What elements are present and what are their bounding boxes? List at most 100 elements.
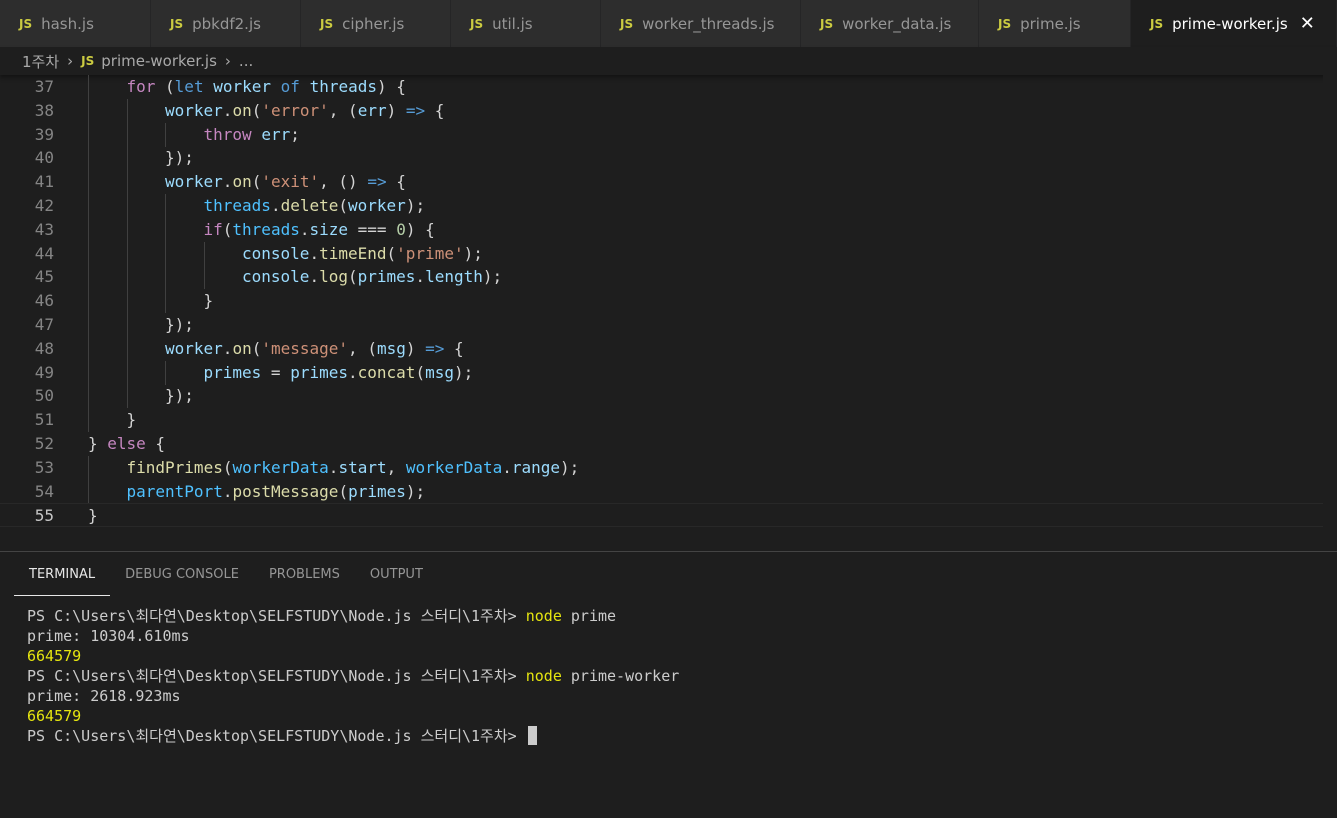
token-st: of bbox=[280, 77, 300, 96]
token-pn: ( bbox=[415, 362, 426, 382]
breadcrumb-file[interactable]: prime-worker.js bbox=[101, 52, 217, 70]
code-line[interactable]: 45 console.log(primes.length); bbox=[0, 265, 1337, 290]
tab-prime-js[interactable]: JS prime.js bbox=[979, 0, 1131, 47]
token-pn: . bbox=[415, 267, 426, 287]
line-number: 44 bbox=[34, 243, 54, 263]
code-line[interactable]: 38 worker.on('error', (err) => { bbox=[0, 98, 1337, 123]
panel-tab-terminal[interactable]: TERMINAL bbox=[14, 552, 111, 596]
token-st: => bbox=[425, 338, 445, 358]
token-var: length bbox=[425, 267, 483, 287]
token-fn: delete bbox=[280, 196, 339, 215]
token-pn: , ( bbox=[328, 100, 358, 120]
code-line[interactable]: 47}); bbox=[0, 313, 1337, 337]
code-line[interactable]: 39 throw err; bbox=[0, 122, 1337, 147]
token-pn: === bbox=[348, 219, 397, 239]
indent-guide bbox=[88, 265, 89, 290]
close-icon[interactable]: ✕ bbox=[1300, 13, 1315, 34]
token-pn: . bbox=[222, 338, 233, 358]
token-pn: ) bbox=[405, 338, 426, 358]
code-line[interactable]: 50}); bbox=[0, 384, 1337, 409]
token-var: start bbox=[338, 457, 387, 477]
tab-cipher-js[interactable]: JS cipher.js bbox=[301, 0, 451, 47]
token-var: primes bbox=[348, 481, 406, 501]
token-pn: } bbox=[126, 410, 137, 430]
tab-worker-data-js[interactable]: JS worker_data.js bbox=[801, 0, 979, 47]
code-text: worker.on('exit', () => { bbox=[165, 170, 406, 194]
token-var: err bbox=[261, 124, 291, 144]
indent-guide bbox=[88, 313, 89, 337]
chevron-right-icon: › bbox=[67, 52, 74, 70]
indent-guide bbox=[88, 241, 89, 266]
code-line[interactable]: 40}); bbox=[0, 146, 1337, 171]
code-line[interactable]: 37 for (let worker of threads) { bbox=[0, 75, 1337, 99]
token-fn: on bbox=[232, 100, 252, 120]
token-pn: ; bbox=[290, 124, 300, 144]
code-line[interactable]: 41 worker.on('exit', () => { bbox=[0, 170, 1337, 195]
tab-label: worker_threads.js bbox=[642, 14, 775, 33]
code-text: for (let worker of threads) { bbox=[127, 75, 406, 99]
token-pn: ( bbox=[222, 219, 233, 239]
terminal-command: node bbox=[525, 607, 562, 625]
tab-util-js[interactable]: JS util.js bbox=[451, 0, 601, 47]
token-pn: ); bbox=[560, 457, 580, 477]
token-cls: threads bbox=[232, 219, 300, 239]
code-line[interactable]: 42 threads.delete(worker); bbox=[0, 194, 1337, 218]
js-file-icon: JS bbox=[170, 16, 184, 31]
token-var: console bbox=[242, 243, 310, 263]
tab-prime-worker-js[interactable]: JS prime-worker.js ✕ bbox=[1131, 0, 1337, 47]
code-text: } else { bbox=[88, 432, 165, 456]
token-pn: . bbox=[328, 457, 339, 477]
indent-guide bbox=[126, 146, 128, 171]
breadcrumb: 1주차 › JS prime-worker.js › ... bbox=[0, 47, 1337, 75]
indent-guide bbox=[165, 265, 166, 290]
token-cls: threads bbox=[203, 196, 271, 215]
indent-guide bbox=[88, 75, 89, 99]
code-text: }); bbox=[165, 313, 194, 337]
code-line[interactable]: 49 primes = primes.concat(msg); bbox=[0, 360, 1337, 385]
tab-label: cipher.js bbox=[342, 14, 405, 33]
line-number: 49 bbox=[34, 362, 54, 382]
code-line[interactable]: 54 parentPort.postMessage(primes); bbox=[0, 479, 1337, 504]
panel-tab-output[interactable]: OUTPUT bbox=[355, 552, 438, 596]
js-file-icon: JS bbox=[470, 16, 484, 31]
code-text: throw err; bbox=[204, 123, 300, 147]
panel-tabs: TERMINAL DEBUG CONSOLE PROBLEMS OUTPUT bbox=[0, 552, 438, 596]
indent-guide bbox=[126, 241, 128, 266]
token-pn: ) bbox=[386, 100, 406, 120]
panel-tab-debug-console[interactable]: DEBUG CONSOLE bbox=[110, 552, 254, 596]
editor-scrollbar[interactable] bbox=[1323, 75, 1337, 545]
breadcrumb-symbol[interactable]: ... bbox=[239, 52, 253, 70]
token-var: msg bbox=[425, 362, 454, 382]
token-pn bbox=[204, 77, 214, 96]
code-line[interactable]: 55} bbox=[0, 503, 1337, 528]
breadcrumb-folder[interactable]: 1주차 bbox=[22, 51, 59, 72]
terminal-output[interactable]: PS C:\Users\최다연\Desktop\SELFSTUDY\Node.j… bbox=[27, 606, 679, 746]
line-number: 42 bbox=[34, 196, 54, 215]
code-line[interactable]: 51} bbox=[0, 408, 1337, 433]
terminal-args: prime bbox=[561, 607, 617, 625]
tab-pbkdf2-js[interactable]: JS pbkdf2.js bbox=[151, 0, 301, 47]
tab-label: pbkdf2.js bbox=[192, 14, 261, 33]
code-line[interactable]: 53 findPrimes(workerData.start, workerDat… bbox=[0, 455, 1337, 480]
code-editor[interactable]: 37 for (let worker of threads) {38 worker.… bbox=[0, 75, 1337, 545]
indent-guide bbox=[88, 98, 89, 123]
code-line[interactable]: 44 console.timeEnd('prime'); bbox=[0, 241, 1337, 266]
code-line[interactable]: 52} else { bbox=[0, 432, 1337, 456]
indent-guide bbox=[126, 98, 128, 123]
code-line[interactable]: 48 worker.on('message', (msg) => { bbox=[0, 336, 1337, 361]
code-line[interactable]: 46} bbox=[0, 289, 1337, 314]
panel-tab-problems[interactable]: PROBLEMS bbox=[254, 552, 355, 596]
token-kw: throw bbox=[203, 124, 252, 144]
tab-worker-threads-js[interactable]: JS worker_threads.js bbox=[601, 0, 801, 47]
code-text: parentPort.postMessage(primes); bbox=[127, 480, 426, 504]
indent-guide bbox=[126, 194, 128, 218]
tab-hash-js[interactable]: JS hash.js bbox=[0, 0, 151, 47]
code-text: console.timeEnd('prime'); bbox=[242, 242, 483, 266]
line-number: 55 bbox=[34, 506, 54, 526]
token-var: range bbox=[511, 457, 561, 477]
token-var: worker bbox=[165, 100, 223, 120]
token-pn: . bbox=[270, 196, 281, 215]
code-line[interactable]: 43 if(threads.size === 0) { bbox=[0, 217, 1337, 242]
tab-label: prime.js bbox=[1020, 14, 1081, 33]
token-pn: , () bbox=[319, 172, 368, 192]
